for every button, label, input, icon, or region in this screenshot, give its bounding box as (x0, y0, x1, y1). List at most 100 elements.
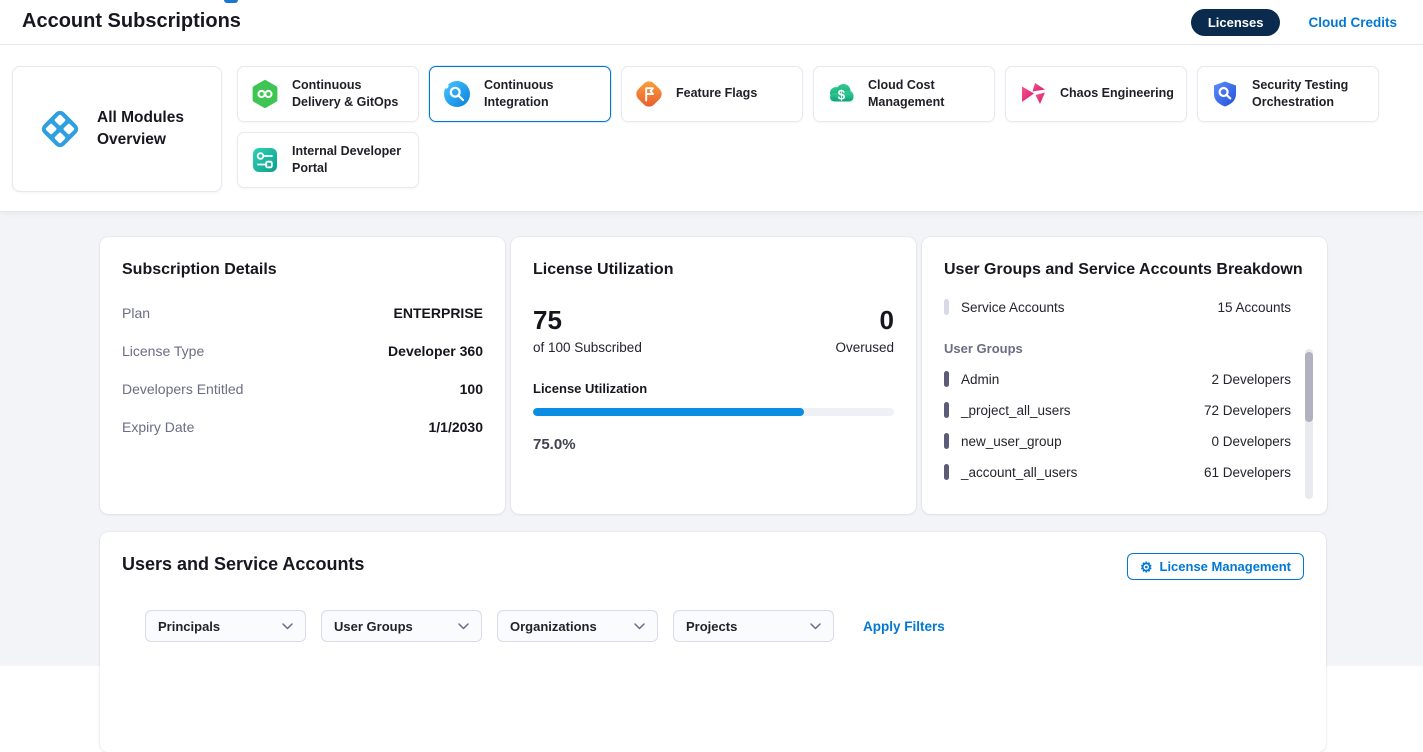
apply-filters-link[interactable]: Apply Filters (863, 619, 945, 634)
detail-label: Plan (122, 305, 150, 321)
detail-row-plan: Plan ENTERPRISE (122, 305, 483, 321)
utilization-bar-track (533, 408, 894, 416)
feature-flags-icon (634, 79, 664, 109)
detail-row-developers-entitled: Developers Entitled 100 (122, 381, 483, 397)
module-label: Internal Developer Portal (292, 143, 418, 178)
utilization-percent: 75.0% (533, 436, 894, 453)
filter-label: Principals (158, 619, 220, 634)
users-and-service-accounts-card: Users and Service Accounts ⚙ License Man… (100, 532, 1326, 752)
scrollbar-thumb[interactable] (1305, 352, 1313, 422)
internal-developer-portal-icon (250, 145, 280, 175)
cloud-cost-icon: $ (826, 79, 856, 109)
breakdown-card: User Groups and Service Accounts Breakdo… (922, 237, 1327, 514)
module-label: Chaos Engineering (1060, 85, 1180, 103)
utilization-bar-fill (533, 408, 804, 416)
projects-filter-dropdown[interactable]: Projects (673, 610, 834, 642)
detail-label: Developers Entitled (122, 381, 243, 397)
detail-label: Expiry Date (122, 419, 194, 435)
chaos-engineering-icon (1018, 79, 1048, 109)
header-actions: Licenses Cloud Credits (1191, 0, 1397, 45)
detail-row-license-type: License Type Developer 360 (122, 343, 483, 359)
module-card-internal-developer-portal[interactable]: Internal Developer Portal (237, 132, 419, 188)
users-section-title: Users and Service Accounts (122, 554, 364, 575)
service-accounts-value: 15 Accounts (1217, 300, 1291, 315)
principals-filter-dropdown[interactable]: Principals (145, 610, 306, 642)
scrollbar[interactable] (1305, 349, 1313, 499)
module-card-chaos-engineering[interactable]: Chaos Engineering (1005, 66, 1187, 122)
filter-label: User Groups (334, 619, 413, 634)
user-group-value: 72 Developers (1204, 403, 1291, 418)
user-group-row: Admin 2 Developers (944, 371, 1291, 387)
subscribed-count: 75 (533, 305, 642, 336)
module-card-feature-flags[interactable]: Feature Flags (621, 66, 803, 122)
user-group-marker-icon (944, 402, 949, 418)
overused-caption: Overused (835, 340, 894, 355)
detail-value: Developer 360 (388, 343, 483, 359)
main-content: Subscription Details Plan ENTERPRISE Lic… (0, 212, 1423, 666)
module-label: Continuous Delivery & GitOps (292, 77, 418, 112)
filter-label: Projects (686, 619, 737, 634)
licenses-tab[interactable]: Licenses (1191, 9, 1281, 36)
chevron-down-icon (458, 623, 469, 630)
detail-value: 1/1/2030 (429, 419, 484, 435)
user-group-name: _project_all_users (961, 403, 1071, 418)
user-group-name: Admin (961, 372, 999, 387)
security-testing-icon (1210, 79, 1240, 109)
user-group-value: 0 Developers (1211, 434, 1291, 449)
user-group-name: _account_all_users (961, 465, 1077, 480)
chevron-down-icon (634, 623, 645, 630)
service-accounts-row: Service Accounts 15 Accounts (944, 299, 1305, 315)
cd-gitops-icon (250, 79, 280, 109)
user-group-marker-icon (944, 433, 949, 449)
service-accounts-marker-icon (944, 299, 949, 315)
all-modules-overview-card[interactable]: All Modules Overview (12, 66, 222, 192)
detail-label: License Type (122, 343, 204, 359)
license-utilization-title: License Utilization (533, 261, 894, 279)
filter-label: Organizations (510, 619, 597, 634)
detail-row-expiry-date: Expiry Date 1/1/2030 (122, 419, 483, 435)
license-utilization-card: License Utilization 75 of 100 Subscribed… (511, 237, 916, 514)
all-modules-overview-label: All Modules Overview (97, 107, 197, 152)
license-management-button[interactable]: ⚙ License Management (1127, 553, 1304, 580)
subscription-details-rows: Plan ENTERPRISE License Type Developer 3… (122, 305, 483, 435)
user-group-row: new_user_group 0 Developers (944, 433, 1291, 449)
user-group-value: 2 Developers (1211, 372, 1291, 387)
utilization-bar-label: License Utilization (533, 381, 894, 396)
continuous-integration-icon (442, 79, 472, 109)
all-modules-icon (37, 106, 83, 152)
filters-row: Principals User Groups Organizations Pro… (145, 610, 945, 642)
module-card-cd-gitops[interactable]: Continuous Delivery & GitOps (237, 66, 419, 122)
subscription-details-title: Subscription Details (122, 261, 483, 279)
user-group-marker-icon (944, 371, 949, 387)
module-cards: Continuous Delivery & GitOps Continuous … (237, 66, 1397, 188)
organizations-filter-dropdown[interactable]: Organizations (497, 610, 658, 642)
user-groups-subheader: User Groups (944, 341, 1305, 356)
clipped-header-fragment (224, 0, 238, 3)
detail-value: ENTERPRISE (394, 305, 483, 321)
module-label: Security Testing Orchestration (1252, 77, 1378, 112)
user-group-value: 61 Developers (1204, 465, 1291, 480)
svg-text:$: $ (838, 87, 846, 102)
chevron-down-icon (282, 623, 293, 630)
module-selector-bar: All Modules Overview Continuous Delivery… (0, 46, 1423, 212)
summary-cards-row: Subscription Details Plan ENTERPRISE Lic… (100, 237, 1327, 514)
user-groups-filter-dropdown[interactable]: User Groups (321, 610, 482, 642)
user-group-row: _project_all_users 72 Developers (944, 402, 1291, 418)
subscribed-caption: of 100 Subscribed (533, 340, 642, 355)
module-label: Cloud Cost Management (868, 77, 994, 112)
user-groups-list: Admin 2 Developers _project_all_users 72… (944, 371, 1305, 480)
breakdown-title: User Groups and Service Accounts Breakdo… (944, 261, 1305, 279)
user-group-name: new_user_group (961, 434, 1062, 449)
module-card-cloud-cost[interactable]: $ Cloud Cost Management (813, 66, 995, 122)
page-header: Account Subscriptions Licenses Cloud Cre… (0, 0, 1423, 45)
page-title: Account Subscriptions (22, 10, 241, 33)
gear-icon: ⚙ (1140, 560, 1153, 574)
detail-value: 100 (460, 381, 483, 397)
module-card-security-testing[interactable]: Security Testing Orchestration (1197, 66, 1379, 122)
license-management-label: License Management (1160, 559, 1292, 574)
cloud-credits-tab[interactable]: Cloud Credits (1308, 15, 1397, 30)
module-card-continuous-integration[interactable]: Continuous Integration (429, 66, 611, 122)
user-group-row: _account_all_users 61 Developers (944, 464, 1291, 480)
chevron-down-icon (810, 623, 821, 630)
user-group-marker-icon (944, 464, 949, 480)
